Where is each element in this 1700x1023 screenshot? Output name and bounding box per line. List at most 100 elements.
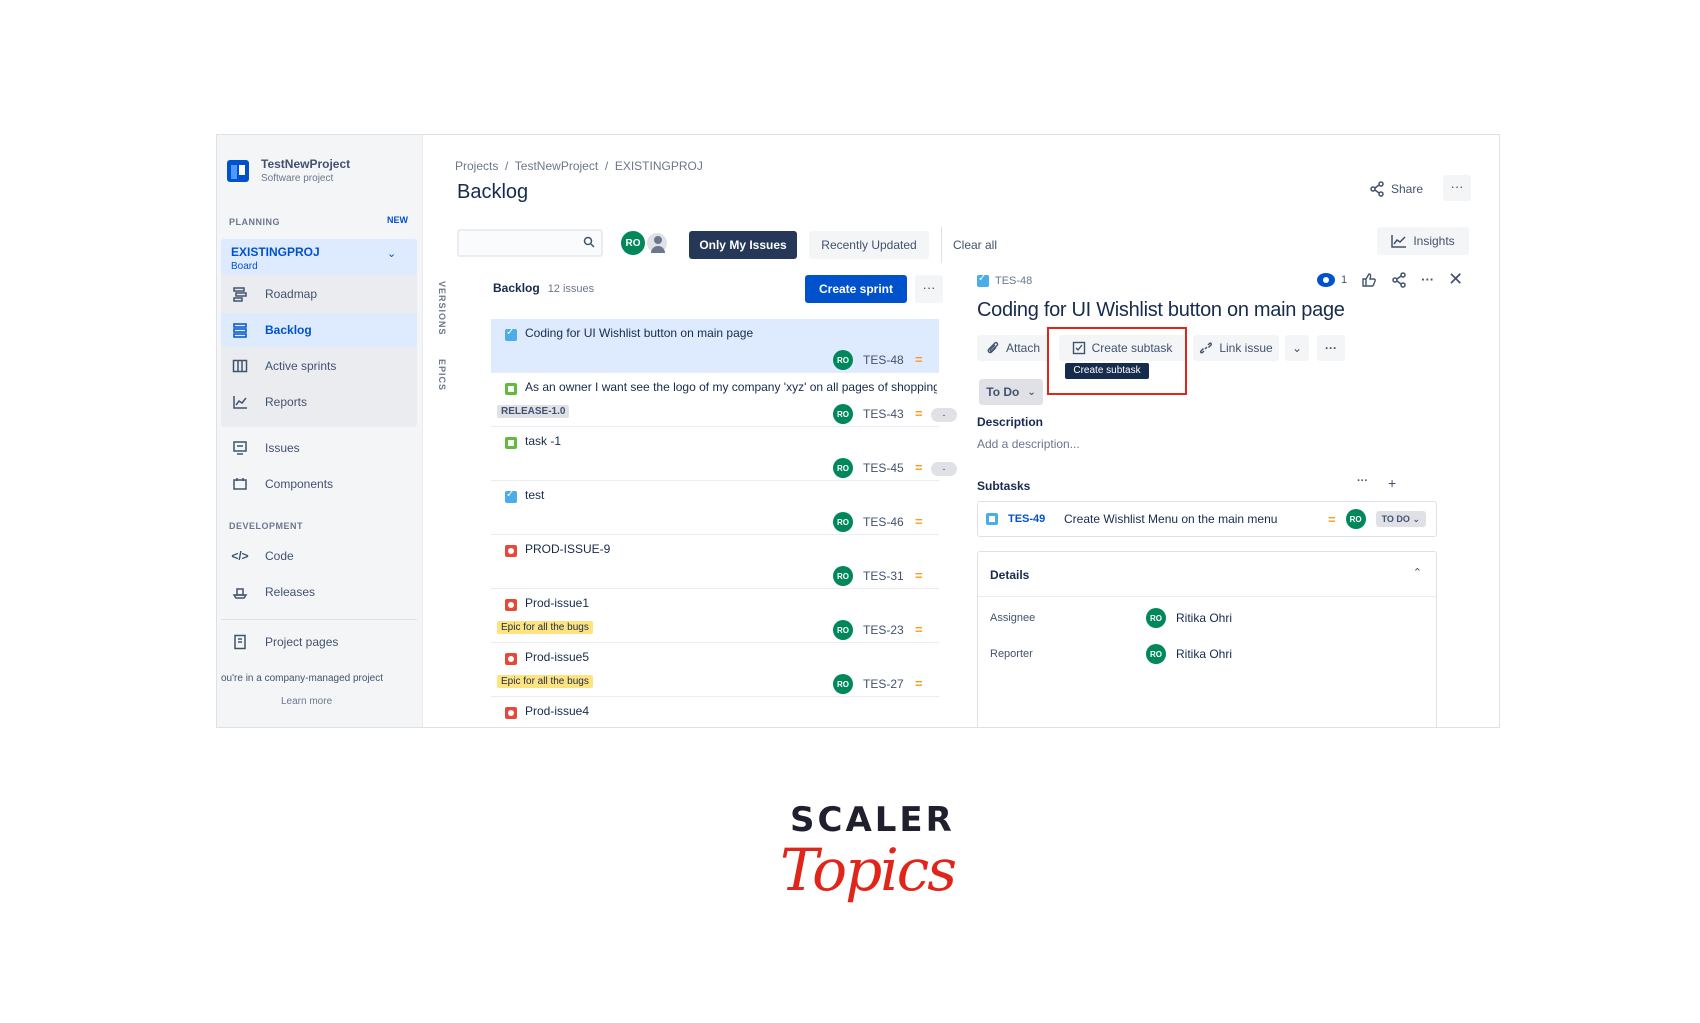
issue-row[interactable]: Prod-issue4: [491, 697, 939, 727]
sidebar-item-components[interactable]: Components: [221, 467, 417, 501]
avatar-filter[interactable]: RO: [621, 231, 645, 255]
share-label: Share: [1391, 182, 1424, 196]
subtask-row[interactable]: TES-49 Create Wishlist Menu on the main …: [977, 501, 1437, 537]
sidebar-item-label: Issues: [265, 441, 300, 455]
roadmap-icon: [231, 286, 249, 302]
issue-lozenge[interactable]: Epic for all the bugs: [497, 675, 593, 688]
priority-medium-icon: =: [915, 676, 923, 691]
user-avatar-icon[interactable]: [645, 231, 669, 255]
watch-button[interactable]: 1: [1317, 272, 1347, 287]
new-badge: NEW: [387, 215, 408, 225]
issue-summary: Prod-issue1: [525, 596, 590, 610]
issue-title[interactable]: Coding for UI Wishlist button on main pa…: [977, 299, 1345, 322]
issue-lozenge[interactable]: RELEASE-1.0: [497, 405, 570, 418]
sidebar-item-backlog[interactable]: Backlog: [221, 313, 417, 347]
chart-icon: [231, 394, 249, 410]
issue-row[interactable]: Coding for UI Wishlist button on main pa…: [491, 319, 939, 373]
issue-row[interactable]: test RO TES-46 =: [491, 481, 939, 535]
issue-row[interactable]: task -1 RO TES-45 = -: [491, 427, 957, 481]
backlog-more-button[interactable]: ···: [915, 275, 943, 303]
issue-key[interactable]: TES-31: [863, 569, 904, 583]
detail-key[interactable]: TES-48: [977, 273, 1032, 287]
planning-label: PLANNING: [229, 217, 280, 227]
description-field[interactable]: Add a description...: [977, 437, 1080, 451]
issue-row[interactable]: Prod-issue5 Epic for all the bugs RO TES-27…: [491, 643, 939, 697]
managed-note: ou're in a company-managed project: [221, 673, 384, 684]
bug-type-icon: [505, 707, 517, 719]
issue-summary: PROD-ISSUE-9: [525, 542, 611, 556]
link-issue-button[interactable]: Link issue: [1193, 335, 1279, 361]
sidebar-item-project-pages[interactable]: Project pages: [221, 625, 417, 659]
priority-medium-icon: =: [915, 406, 923, 421]
chevron-up-icon[interactable]: ⌃: [1413, 566, 1422, 579]
chevron-down-icon: ⌄: [1027, 386, 1036, 398]
reporter-field[interactable]: RO Ritika Ohri: [1146, 644, 1232, 664]
versions-tab[interactable]: VERSIONS: [437, 281, 447, 336]
subtask-key[interactable]: TES-49: [1008, 513, 1064, 525]
issue-summary: Prod-issue5: [525, 650, 590, 664]
share-icon[interactable]: [1391, 271, 1407, 288]
only-my-issues-button[interactable]: Only My Issues: [689, 231, 797, 259]
issue-key[interactable]: TES-48: [863, 353, 904, 367]
project-name: TestNewProject: [261, 157, 351, 171]
search-input[interactable]: [457, 229, 603, 257]
thumbs-up-icon[interactable]: [1361, 272, 1377, 288]
board-sub: Board: [231, 261, 258, 272]
insights-button[interactable]: Insights: [1377, 227, 1469, 255]
reporter-label: Reporter: [990, 648, 1033, 660]
paperclip-icon: [987, 341, 999, 354]
share-icon: [1370, 181, 1384, 197]
sidebar-item-releases[interactable]: Releases: [221, 575, 417, 609]
issue-row[interactable]: PROD-ISSUE-9 RO TES-31 =: [491, 535, 939, 589]
sidebar-item-active-sprints[interactable]: Active sprints: [221, 349, 417, 383]
breadcrumb[interactable]: Projects / TestNewProject / EXISTINGPROJ: [455, 159, 703, 173]
status-dropdown[interactable]: To Do ⌄: [979, 379, 1043, 405]
project-header[interactable]: TestNewProject Software project: [227, 157, 350, 184]
issue-key[interactable]: TES-23: [863, 623, 904, 637]
assignee-name: Ritika Ohri: [1176, 611, 1233, 625]
board-icon: [231, 358, 249, 374]
more-icon[interactable]: ···: [1421, 272, 1434, 287]
assignee-field[interactable]: RO Ritika Ohri: [1146, 608, 1232, 628]
recently-updated-button[interactable]: Recently Updated: [809, 231, 929, 259]
subtask-summary[interactable]: Create Wishlist Menu on the main menu: [1064, 512, 1328, 526]
story-type-icon: [505, 383, 517, 395]
learn-more-link[interactable]: Learn more: [281, 696, 332, 707]
issue-key[interactable]: TES-27: [863, 677, 904, 691]
more-icon[interactable]: ···: [1357, 475, 1368, 491]
detail-more-button[interactable]: ···: [1317, 335, 1345, 361]
attach-button[interactable]: Attach: [977, 335, 1049, 361]
issue-key[interactable]: TES-45: [863, 461, 904, 475]
estimate-badge[interactable]: -: [931, 462, 957, 476]
close-icon[interactable]: ✕: [1448, 269, 1463, 290]
more-actions-button[interactable]: ···: [1443, 175, 1471, 201]
task-type-icon: [505, 327, 517, 341]
epics-tab[interactable]: EPICS: [437, 359, 447, 391]
sidebar-item-issues[interactable]: Issues: [221, 431, 417, 465]
plus-icon[interactable]: +: [1388, 475, 1396, 491]
chevron-down-icon[interactable]: ⌄: [387, 247, 396, 260]
link-issue-label: Link issue: [1219, 341, 1273, 355]
issue-lozenge[interactable]: Epic for all the bugs: [497, 621, 593, 634]
board-name: EXISTINGPROJ: [231, 245, 320, 259]
subtask-status[interactable]: TO DO ⌄: [1375, 511, 1426, 527]
priority-medium-icon: =: [915, 568, 923, 583]
share-button[interactable]: Share: [1369, 181, 1423, 197]
sidebar-item-roadmap[interactable]: Roadmap: [221, 277, 417, 311]
task-type-icon: [505, 489, 517, 503]
sidebar-item-reports[interactable]: Reports: [221, 385, 417, 419]
sidebar-item-code[interactable]: </> Code: [221, 539, 417, 573]
subtasks-label: Subtasks: [977, 479, 1031, 493]
issue-key[interactable]: TES-43: [863, 407, 904, 421]
assignee-label: Assignee: [990, 612, 1036, 624]
issue-row[interactable]: As an owner I want see the logo of my co…: [491, 373, 957, 427]
priority-medium-icon: =: [915, 622, 923, 637]
create-sprint-button[interactable]: Create sprint: [805, 275, 907, 303]
page-title: Backlog: [457, 181, 529, 203]
issue-key[interactable]: TES-46: [863, 515, 904, 529]
estimate-badge[interactable]: -: [931, 408, 957, 422]
clear-all-button[interactable]: Clear all: [945, 231, 1005, 259]
search-icon: [583, 236, 595, 248]
issue-row[interactable]: Prod-issue1 Epic for all the bugs RO TES-23…: [491, 589, 939, 643]
chevron-down-icon[interactable]: ⌄: [1285, 335, 1309, 361]
